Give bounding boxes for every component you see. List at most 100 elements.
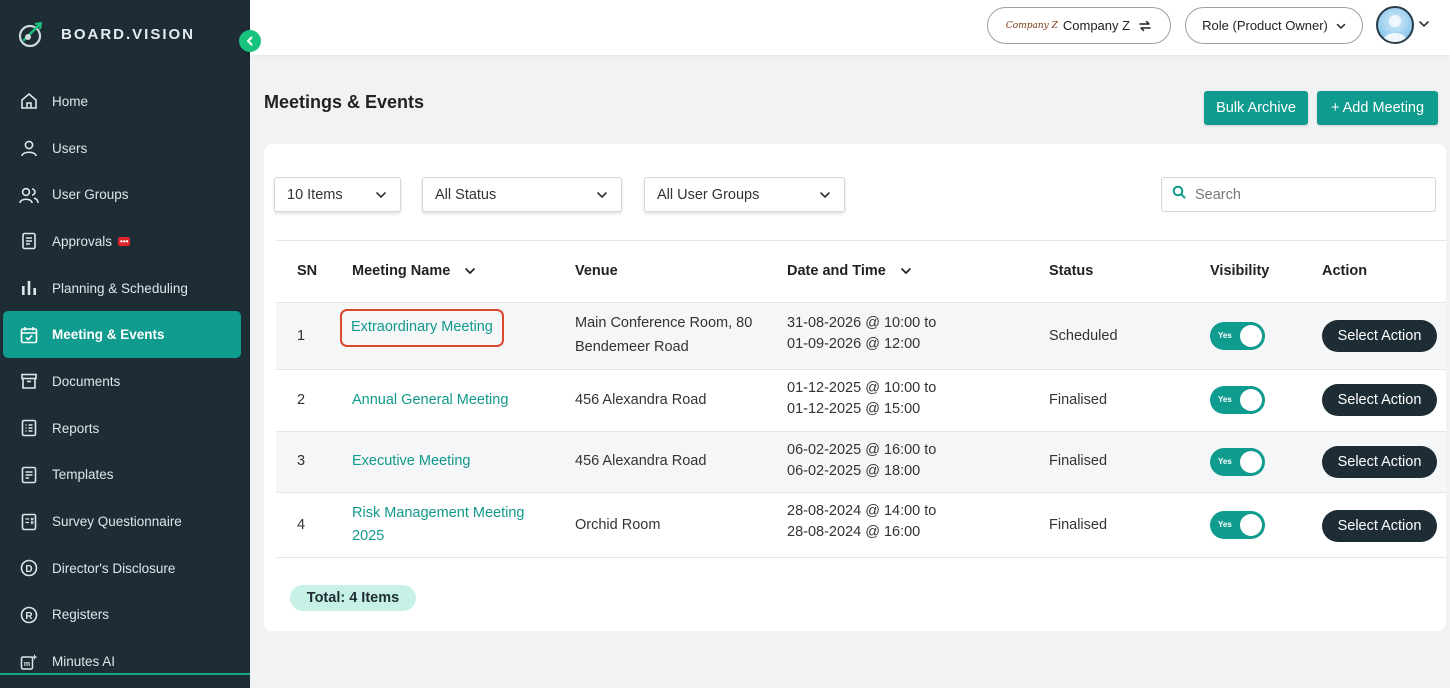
column-header-date-time[interactable]: Date and Time	[787, 263, 912, 279]
cell-venue: Orchid Room	[575, 517, 661, 533]
status-filter-value: All Status	[435, 186, 497, 203]
swap-icon	[1138, 19, 1152, 33]
meeting-name-link[interactable]: Executive Meeting	[352, 451, 470, 472]
select-action-button[interactable]: Select Action	[1322, 320, 1437, 352]
meeting-name-link[interactable]: Extraordinary Meeting	[340, 309, 504, 347]
table-divider	[276, 240, 1446, 241]
cell-venue: 456 Alexandra Road	[575, 392, 707, 408]
cell-date-time: 31-08-2026 @ 10:00 to 01-09-2026 @ 12:00	[787, 313, 936, 355]
cell-date-time: 01-12-2025 @ 10:00 to 01-12-2025 @ 15:00	[787, 378, 936, 420]
select-action-button[interactable]: Select Action	[1322, 446, 1437, 478]
sidebar-item-templates[interactable]: Templates	[0, 452, 250, 499]
bar-chart-icon	[18, 277, 40, 299]
company-switcher[interactable]: Company Z Company Z	[987, 7, 1171, 44]
sort-chevron-icon[interactable]	[900, 265, 912, 277]
toggle-label: Yes	[1218, 457, 1232, 466]
column-header-label: Venue	[575, 263, 618, 279]
company-name: Company Z	[1062, 18, 1131, 33]
cell-sn: 2	[297, 392, 306, 408]
cell-sn: 4	[297, 517, 306, 533]
bulk-archive-button[interactable]: Bulk Archive	[1204, 91, 1308, 125]
sidebar-item-directors-disclosure[interactable]: D Director's Disclosure	[0, 545, 250, 592]
archive-box-icon	[18, 370, 40, 392]
role-selector[interactable]: Role (Product Owner)	[1185, 7, 1363, 44]
sidebar-item-reports[interactable]: Reports	[0, 405, 250, 452]
company-logo: Company Z	[1005, 20, 1058, 31]
visibility-toggle[interactable]: Yes	[1210, 386, 1265, 414]
column-header-label: Visibility	[1210, 263, 1270, 279]
table-row: 1 Extraordinary Meeting Main Conference …	[276, 302, 1446, 369]
cell-sn: 1	[297, 328, 306, 344]
add-meeting-button[interactable]: + Add Meeting	[1317, 91, 1438, 125]
cell-status: Scheduled	[1049, 328, 1118, 344]
board-vision-logo-icon	[18, 22, 42, 48]
column-header-label: Meeting Name	[352, 263, 451, 279]
approvals-icon	[18, 230, 40, 252]
sidebar-divider	[0, 673, 250, 675]
cell-status: Finalised	[1049, 453, 1108, 469]
date-line: 31-08-2026 @ 10:00 to	[787, 315, 937, 331]
sidebar-item-user-groups[interactable]: User Groups	[0, 171, 250, 218]
sidebar-item-users[interactable]: Users	[0, 125, 250, 172]
brand[interactable]: BOARD.VISION	[14, 18, 195, 50]
chevron-left-icon	[247, 36, 253, 46]
cell-date-time: 28-08-2024 @ 14:00 to 28-08-2024 @ 16:00	[787, 501, 936, 543]
meetings-card: 10 Items All Status All User Groups SN M…	[264, 144, 1446, 631]
avatar[interactable]	[1376, 6, 1414, 44]
meeting-name-line: Risk Management Meeting	[352, 505, 525, 521]
date-line: 28-08-2024 @ 14:00 to	[787, 503, 937, 519]
sidebar-item-label: Templates	[52, 467, 114, 483]
sidebar-item-label: Approvals	[52, 233, 113, 249]
sidebar-collapse-button[interactable]	[239, 30, 261, 52]
sidebar-item-label: Registers	[52, 607, 110, 623]
venue-line: Main Conference Room, 80	[575, 315, 753, 331]
status-filter-select[interactable]: All Status	[422, 177, 622, 212]
column-header-sn: SN	[297, 263, 317, 279]
search-box[interactable]	[1161, 177, 1436, 212]
sidebar-item-label: Planning & Scheduling	[52, 280, 188, 296]
visibility-toggle[interactable]: Yes	[1210, 322, 1265, 350]
sidebar-item-registers[interactable]: R Registers	[0, 592, 250, 639]
items-per-page-value: 10 Items	[287, 186, 343, 203]
sidebar-item-survey-questionnaire[interactable]: Survey Questionnaire	[0, 498, 250, 545]
notification-badge: •••	[118, 236, 131, 246]
sort-chevron-icon[interactable]	[464, 265, 476, 277]
template-icon	[18, 464, 40, 486]
svg-text:R: R	[25, 611, 33, 622]
survey-icon	[18, 511, 40, 533]
user-icon	[18, 137, 40, 159]
meeting-name-link[interactable]: Risk Management Meeting 2025	[352, 502, 524, 548]
visibility-toggle[interactable]: Yes	[1210, 448, 1265, 476]
sidebar-item-label: Documents	[52, 373, 121, 389]
sidebar-item-home[interactable]: Home	[0, 78, 250, 125]
user-avatar-icon	[1383, 15, 1407, 42]
sidebar-item-documents[interactable]: Documents	[0, 358, 250, 405]
user-groups-filter-value: All User Groups	[657, 186, 760, 203]
date-line: 28-08-2024 @ 16:00	[787, 524, 921, 540]
select-action-button[interactable]: Select Action	[1322, 384, 1437, 416]
column-header-status: Status	[1049, 263, 1093, 279]
sidebar-item-label: Users	[52, 140, 88, 156]
sidebar-item-minutes-ai[interactable]: m Minutes AI	[0, 638, 250, 685]
user-groups-filter-select[interactable]: All User Groups	[644, 177, 845, 212]
chevron-down-icon	[375, 189, 387, 201]
toggle-knob	[1240, 514, 1262, 536]
chevron-down-icon	[819, 189, 831, 201]
table-row: 2 Annual General Meeting 456 Alexandra R…	[276, 369, 1446, 431]
users-icon	[18, 184, 40, 206]
sidebar-item-meeting-events[interactable]: Meeting & Events	[3, 311, 241, 359]
column-header-label: Status	[1049, 263, 1094, 279]
visibility-toggle[interactable]: Yes	[1210, 511, 1265, 539]
chevron-down-icon[interactable]	[1418, 17, 1430, 35]
search-input[interactable]	[1195, 186, 1425, 203]
search-icon	[1172, 185, 1186, 204]
sidebar-item-approvals[interactable]: Approvals •••	[0, 218, 250, 265]
meeting-name-link[interactable]: Annual General Meeting	[352, 390, 508, 411]
column-header-meeting-name[interactable]: Meeting Name	[352, 263, 476, 279]
sidebar-item-planning-scheduling[interactable]: Planning & Scheduling	[0, 265, 250, 312]
date-line: 06-02-2025 @ 16:00 to	[787, 442, 937, 458]
cell-status: Finalised	[1049, 392, 1108, 408]
select-action-button[interactable]: Select Action	[1322, 510, 1437, 542]
toggle-knob	[1240, 389, 1262, 411]
items-per-page-select[interactable]: 10 Items	[274, 177, 401, 212]
